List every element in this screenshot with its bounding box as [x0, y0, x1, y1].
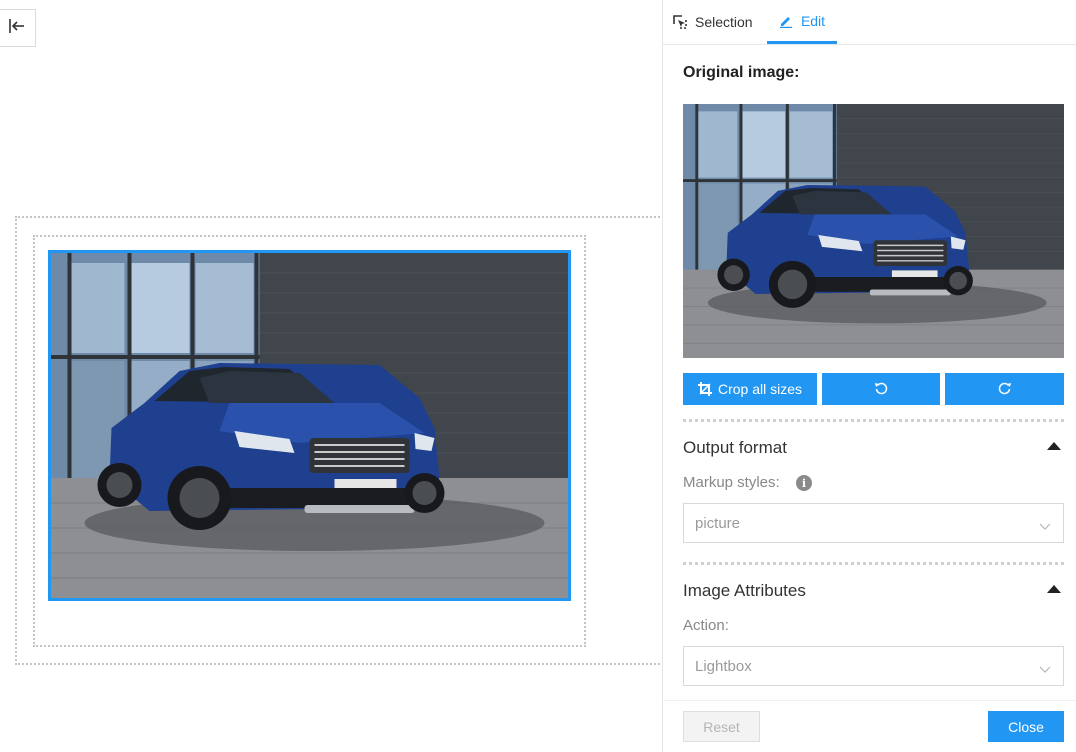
section-divider: [683, 419, 1064, 422]
tab-selection-label: Selection: [695, 14, 753, 30]
markup-styles-label: Markup styles:: [683, 474, 780, 491]
editor-canvas: [0, 0, 675, 752]
image-attributes-title: Image Attributes: [683, 581, 806, 600]
close-button[interactable]: Close: [988, 711, 1064, 742]
collapse-image-attributes-caret[interactable]: [1047, 585, 1061, 593]
arrow-left-to-line-icon: [8, 18, 26, 39]
reset-button[interactable]: Reset: [683, 711, 760, 742]
tab-edit[interactable]: Edit: [767, 0, 837, 44]
tab-edit-label: Edit: [800, 12, 826, 29]
original-image-title: Original image:: [683, 64, 800, 81]
car-image: [51, 253, 568, 598]
chevron-down-icon: [1039, 661, 1051, 678]
action-label: Action:: [683, 617, 729, 634]
rotate-left-icon: [874, 381, 888, 398]
info-icon[interactable]: i: [796, 475, 812, 491]
crop-icon: [697, 382, 712, 396]
panel-tabs: Selection Edit: [663, 0, 1076, 45]
edit-side-panel: Selection Edit Original image: Crop all …: [662, 0, 1076, 752]
crop-all-sizes-button[interactable]: Crop all sizes: [683, 373, 817, 405]
rotate-right-button[interactable]: [945, 373, 1064, 405]
crop-all-sizes-label: Crop all sizes: [717, 381, 803, 397]
rotate-left-button[interactable]: [822, 373, 940, 405]
tab-selection[interactable]: Selection: [673, 0, 753, 44]
action-select[interactable]: Lightbox: [683, 646, 1064, 686]
cursor-select-icon: [673, 15, 687, 29]
chevron-down-icon: [1039, 518, 1051, 535]
collapse-output-format-caret[interactable]: [1047, 442, 1061, 450]
markup-styles-select[interactable]: picture: [683, 503, 1064, 543]
output-format-title: Output format: [683, 438, 787, 457]
rotate-right-icon: [998, 381, 1012, 398]
section-divider: [683, 562, 1064, 565]
collapse-panel-button[interactable]: [0, 9, 36, 47]
markup-styles-value: picture: [695, 514, 741, 532]
pencil-icon: [779, 14, 793, 28]
selected-image[interactable]: [48, 250, 571, 601]
action-value: Lightbox: [695, 657, 752, 675]
original-image-preview: [683, 104, 1064, 358]
